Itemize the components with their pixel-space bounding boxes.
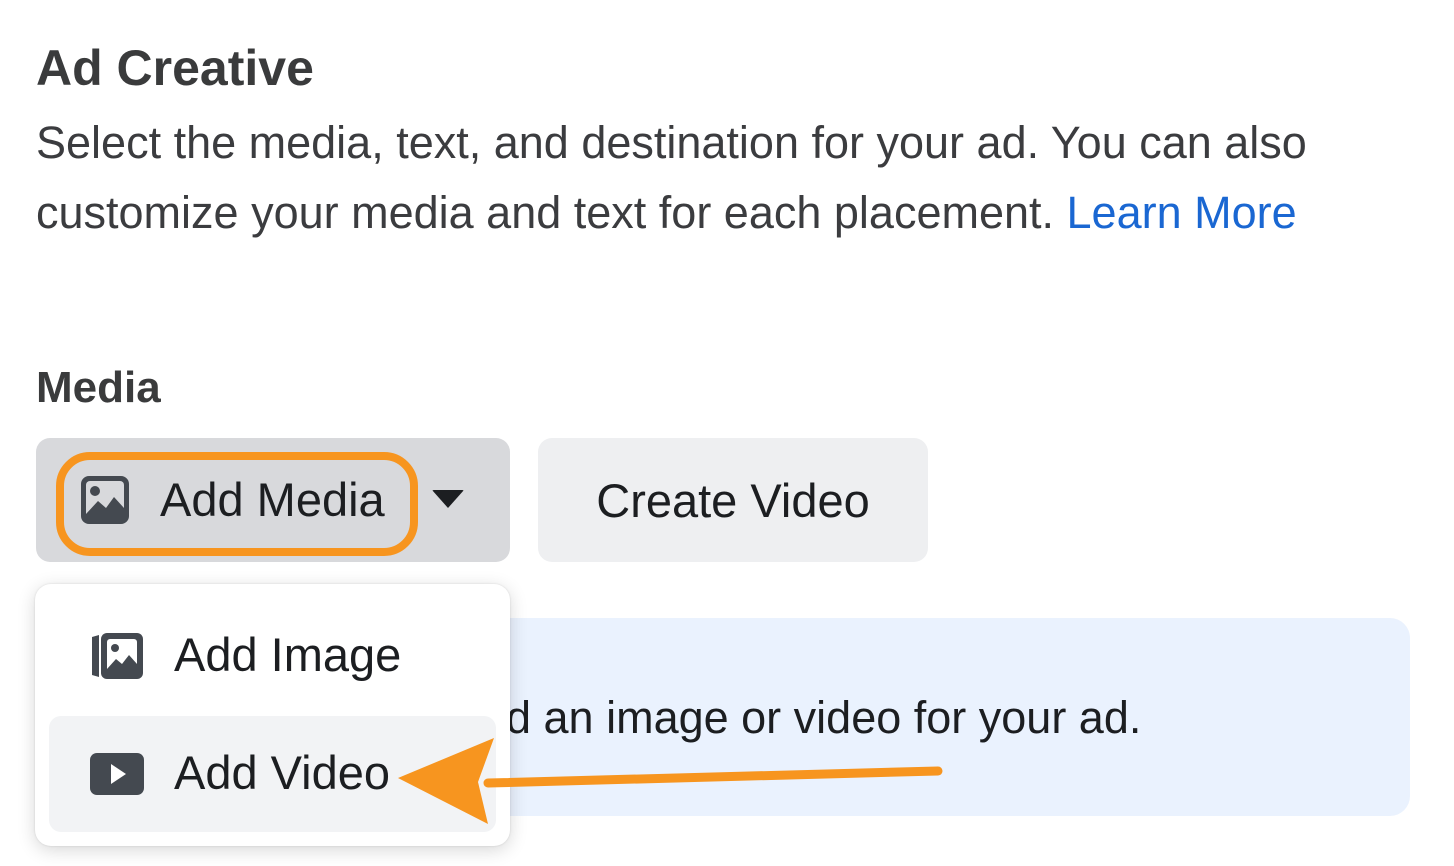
- create-video-button[interactable]: Create Video: [538, 438, 928, 562]
- media-label: Media: [36, 363, 161, 412]
- menu-item-label: Add Video: [174, 746, 391, 799]
- section-description: Select the media, text, and destination …: [36, 108, 1436, 248]
- add-media-label: Add Media: [160, 473, 385, 526]
- menu-item-label: Add Image: [174, 628, 402, 681]
- menu-item-add-image[interactable]: Add Image: [49, 598, 496, 714]
- learn-more-link[interactable]: Learn More: [1067, 187, 1297, 238]
- image-icon: [81, 476, 129, 524]
- add-media-dropdown: Add Image Add Video: [35, 584, 510, 846]
- info-text: d an image or video for your ad.: [506, 692, 1142, 743]
- image-stack-icon: [92, 633, 143, 679]
- chevron-down-icon[interactable]: [432, 490, 464, 508]
- video-play-icon: [90, 753, 144, 795]
- page-title: Ad Creative: [36, 40, 314, 96]
- menu-item-add-video[interactable]: Add Video: [49, 716, 496, 832]
